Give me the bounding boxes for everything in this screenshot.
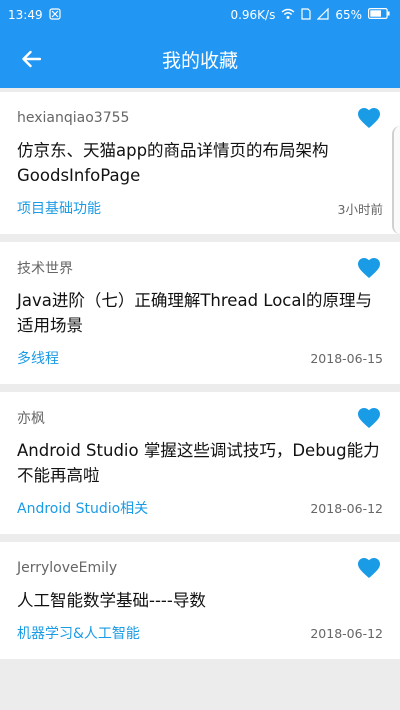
category-tag[interactable]: Android Studio相关 [17, 498, 148, 518]
battery-percent: 65% [335, 8, 362, 22]
status-time: 13:49 [8, 8, 43, 22]
timestamp: 2018-06-12 [310, 625, 383, 641]
author-name: JerryloveEmily [17, 560, 118, 576]
author-name: 亦枫 [17, 411, 45, 427]
edge-scroll-handle[interactable] [392, 126, 400, 234]
heart-icon[interactable] [357, 107, 381, 129]
favorite-card[interactable]: 技术世界 Java进阶（七）正确理解Thread Local的原理与适用场景 多… [0, 242, 400, 384]
sim-icon [301, 7, 311, 23]
author-name: 技术世界 [17, 261, 73, 277]
timestamp: 2018-06-12 [310, 500, 383, 516]
heart-icon[interactable] [357, 407, 381, 429]
back-button[interactable] [14, 42, 48, 76]
category-tag[interactable]: 机器学习&人工智能 [17, 623, 140, 643]
app-bar: 我的收藏 [0, 30, 400, 88]
notification-icon [48, 7, 61, 23]
article-title[interactable]: 人工智能数学基础----导数 [17, 588, 383, 613]
article-title[interactable]: Android Studio 掌握这些调试技巧，Debug能力不能再高啦 [17, 438, 383, 488]
category-tag[interactable]: 项目基础功能 [17, 198, 101, 218]
favorite-card[interactable]: hexianqiao3755 仿京东、天猫app的商品详情页的布局架构Goods… [0, 92, 400, 234]
signal-icon [316, 7, 329, 23]
favorite-card[interactable]: 亦枫 Android Studio 掌握这些调试技巧，Debug能力不能再高啦 … [0, 392, 400, 534]
favorites-list: hexianqiao3755 仿京东、天猫app的商品详情页的布局架构Goods… [0, 88, 400, 659]
article-title[interactable]: 仿京东、天猫app的商品详情页的布局架构GoodsInfoPage [17, 138, 383, 188]
favorite-card[interactable]: JerryloveEmily 人工智能数学基础----导数 机器学习&人工智能 … [0, 542, 400, 659]
category-tag[interactable]: 多线程 [17, 348, 59, 368]
status-bar: 13:49 0.96K/s 65% [0, 0, 400, 30]
page-title: 我的收藏 [161, 49, 238, 72]
heart-icon[interactable] [357, 257, 381, 279]
timestamp: 2018-06-15 [310, 350, 383, 366]
wifi-icon [281, 8, 295, 23]
heart-icon[interactable] [357, 557, 381, 579]
network-speed: 0.96K/s [230, 8, 276, 22]
article-title[interactable]: Java进阶（七）正确理解Thread Local的原理与适用场景 [17, 288, 383, 338]
timestamp: 3小时前 [337, 201, 383, 217]
author-name: hexianqiao3755 [17, 110, 130, 126]
arrow-left-icon [22, 50, 41, 68]
battery-icon [368, 8, 390, 22]
